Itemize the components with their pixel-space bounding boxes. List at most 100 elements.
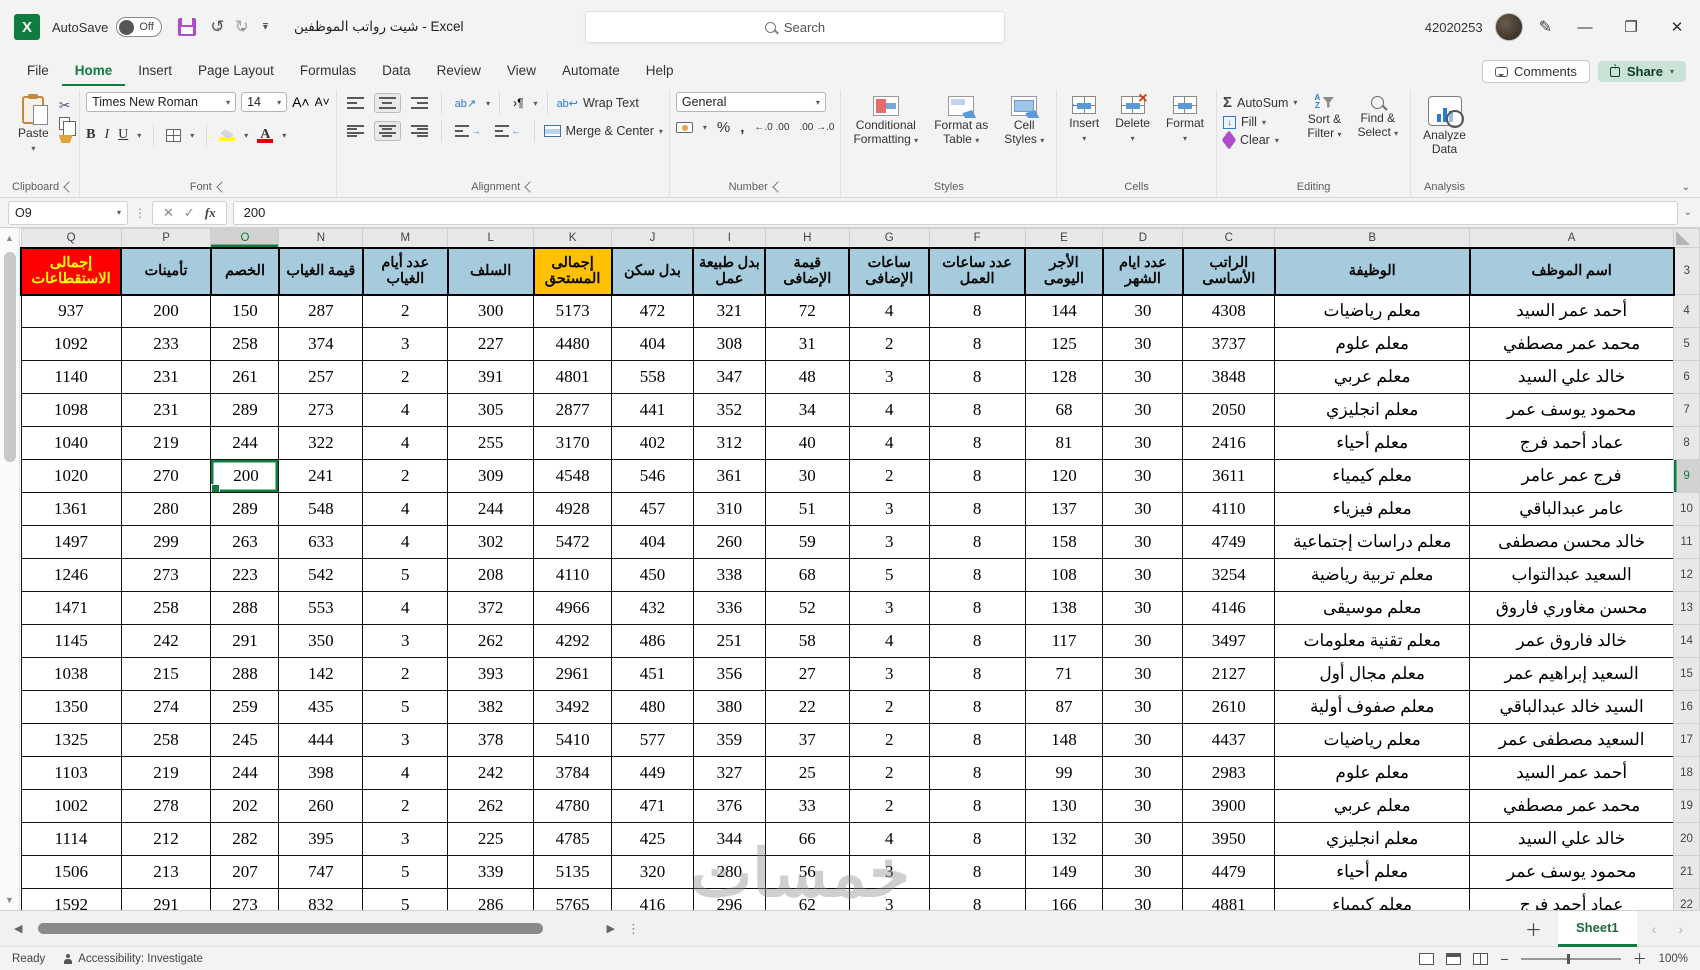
row-header-12[interactable]: 12 (1674, 559, 1700, 592)
cell-A22[interactable]: عماد أحمد فرج (1470, 889, 1674, 911)
cell-E16[interactable]: 87 (1025, 691, 1103, 724)
cell-L10[interactable]: 244 (448, 493, 534, 526)
cell-F15[interactable]: 8 (929, 658, 1025, 691)
cell-M6[interactable]: 2 (363, 361, 448, 394)
cell-O15[interactable]: 288 (211, 658, 279, 691)
cell-I19[interactable]: 376 (693, 790, 765, 823)
cell-A12[interactable]: السعيد عبدالتواب (1470, 559, 1674, 592)
cell-J7[interactable]: 441 (612, 394, 694, 427)
cell-N15[interactable]: 142 (279, 658, 363, 691)
column-header-A[interactable]: A (1470, 229, 1674, 248)
cell-D13[interactable]: 30 (1103, 592, 1183, 625)
cell-P16[interactable]: 274 (121, 691, 211, 724)
increase-indent-icon[interactable]: → (451, 122, 485, 140)
minimize-button[interactable]: — (1562, 0, 1608, 54)
cell-D9[interactable]: 30 (1103, 460, 1183, 493)
cell-M5[interactable]: 3 (363, 328, 448, 361)
page-break-view-icon[interactable] (1473, 953, 1488, 965)
scroll-down-icon[interactable]: ▼ (5, 890, 14, 910)
row-header-18[interactable]: 18 (1674, 757, 1700, 790)
cell-N13[interactable]: 553 (279, 592, 363, 625)
align-middle-icon[interactable] (374, 93, 401, 113)
cell-E21[interactable]: 149 (1025, 856, 1103, 889)
cell-G8[interactable]: 4 (849, 427, 929, 460)
cell-K12[interactable]: 4110 (534, 559, 612, 592)
cell-H10[interactable]: 51 (765, 493, 849, 526)
column-header-H[interactable]: H (765, 229, 849, 248)
cell-G7[interactable]: 4 (849, 394, 929, 427)
cell-G10[interactable]: 3 (849, 493, 929, 526)
table-header-M[interactable]: عدد أيام الغياب (363, 248, 448, 295)
cell-I15[interactable]: 356 (693, 658, 765, 691)
cell-B12[interactable]: معلم تربية رياضية (1275, 559, 1470, 592)
number-format-select[interactable]: General▾ (676, 92, 826, 112)
cell-I14[interactable]: 251 (693, 625, 765, 658)
cell-B22[interactable]: معلم كيمياء (1275, 889, 1470, 911)
cell-E11[interactable]: 158 (1025, 526, 1103, 559)
cell-C13[interactable]: 4146 (1183, 592, 1275, 625)
copy-icon[interactable] (59, 117, 70, 130)
cell-M20[interactable]: 3 (363, 823, 448, 856)
cell-F6[interactable]: 8 (929, 361, 1025, 394)
cell-E9[interactable]: 120 (1025, 460, 1103, 493)
cell-O13[interactable]: 288 (211, 592, 279, 625)
table-header-Q[interactable]: إجمالى الاستقطاعات (21, 248, 121, 295)
cell-E13[interactable]: 138 (1025, 592, 1103, 625)
clear-button[interactable]: Clear▾ (1223, 133, 1297, 147)
cell-B5[interactable]: معلم علوم (1275, 328, 1470, 361)
cell-Q6[interactable]: 1140 (21, 361, 121, 394)
cell-G13[interactable]: 3 (849, 592, 929, 625)
cell-C7[interactable]: 2050 (1183, 394, 1275, 427)
cell-H20[interactable]: 66 (765, 823, 849, 856)
cell-P6[interactable]: 231 (121, 361, 211, 394)
scroll-right-icon[interactable]: ▶ (602, 922, 618, 935)
ribbon-tab-insert[interactable]: Insert (125, 57, 185, 86)
cell-B4[interactable]: معلم رياضيات (1275, 295, 1470, 328)
cell-B13[interactable]: معلم موسيقى (1275, 592, 1470, 625)
cell-O16[interactable]: 259 (211, 691, 279, 724)
cell-C11[interactable]: 4749 (1183, 526, 1275, 559)
cell-A8[interactable]: عماد أحمد فرج (1470, 427, 1674, 460)
ribbon-tab-formulas[interactable]: Formulas (287, 57, 369, 86)
cell-J14[interactable]: 486 (612, 625, 694, 658)
cell-F22[interactable]: 8 (929, 889, 1025, 911)
cell-O6[interactable]: 261 (211, 361, 279, 394)
cell-E5[interactable]: 125 (1025, 328, 1103, 361)
decrease-font-icon[interactable]: A˅ (315, 95, 330, 109)
cell-N20[interactable]: 395 (279, 823, 363, 856)
cell-P13[interactable]: 258 (121, 592, 211, 625)
row-header-8[interactable]: 8 (1674, 427, 1700, 460)
cell-I22[interactable]: 296 (693, 889, 765, 911)
cell-Q18[interactable]: 1103 (21, 757, 121, 790)
save-icon[interactable] (178, 18, 196, 36)
column-header-D[interactable]: D (1103, 229, 1183, 248)
cell-H17[interactable]: 37 (765, 724, 849, 757)
cell-K10[interactable]: 4928 (534, 493, 612, 526)
cell-F18[interactable]: 8 (929, 757, 1025, 790)
cell-Q22[interactable]: 1592 (21, 889, 121, 911)
cell-J22[interactable]: 416 (612, 889, 694, 911)
cell-M21[interactable]: 5 (363, 856, 448, 889)
table-header-D[interactable]: عدد ايام الشهر (1103, 248, 1183, 295)
cell-A9[interactable]: فرج عمر عامر (1470, 460, 1674, 493)
cell-L9[interactable]: 309 (448, 460, 534, 493)
cell-M14[interactable]: 3 (363, 625, 448, 658)
cell-N14[interactable]: 350 (279, 625, 363, 658)
cell-Q5[interactable]: 1092 (21, 328, 121, 361)
cell-N11[interactable]: 633 (279, 526, 363, 559)
cell-H11[interactable]: 59 (765, 526, 849, 559)
column-header-E[interactable]: E (1025, 229, 1103, 248)
cell-K11[interactable]: 5472 (534, 526, 612, 559)
cell-A11[interactable]: خالد محسن مصطفى (1470, 526, 1674, 559)
cell-E6[interactable]: 128 (1025, 361, 1103, 394)
cell-F17[interactable]: 8 (929, 724, 1025, 757)
cell-C15[interactable]: 2127 (1183, 658, 1275, 691)
cell-E7[interactable]: 68 (1025, 394, 1103, 427)
cell-Q15[interactable]: 1038 (21, 658, 121, 691)
cell-H22[interactable]: 62 (765, 889, 849, 911)
cell-G11[interactable]: 3 (849, 526, 929, 559)
cell-N12[interactable]: 542 (279, 559, 363, 592)
cell-O19[interactable]: 202 (211, 790, 279, 823)
align-right-icon[interactable] (407, 122, 432, 140)
cell-J6[interactable]: 558 (612, 361, 694, 394)
